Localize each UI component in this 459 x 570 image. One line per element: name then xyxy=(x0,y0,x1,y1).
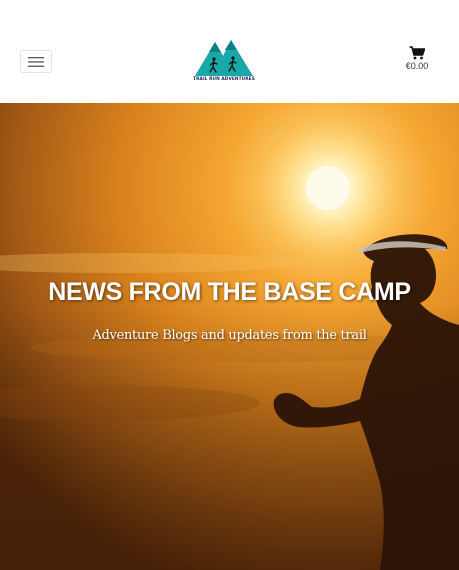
hero-title: NEWS FROM THE BASE CAMP xyxy=(48,278,411,306)
hero-subtitle: Adventure Blogs and updates from the tra… xyxy=(92,328,367,343)
site-header: TRAIL RUN ADVENTURES €0.00 xyxy=(0,0,459,103)
site-logo[interactable]: TRAIL RUN ADVENTURES xyxy=(189,36,259,86)
logo-text: TRAIL RUN ADVENTURES xyxy=(193,77,255,82)
cart-total: €0.00 xyxy=(405,61,429,71)
hero-banner: NEWS FROM THE BASE CAMP Adventure Blogs … xyxy=(0,103,459,570)
mountain-logo-icon xyxy=(195,40,253,76)
cart-button[interactable]: €0.00 xyxy=(398,46,436,78)
hamburger-menu-icon xyxy=(28,56,44,67)
menu-toggle-button[interactable] xyxy=(20,50,52,73)
shopping-cart-icon xyxy=(409,46,425,60)
